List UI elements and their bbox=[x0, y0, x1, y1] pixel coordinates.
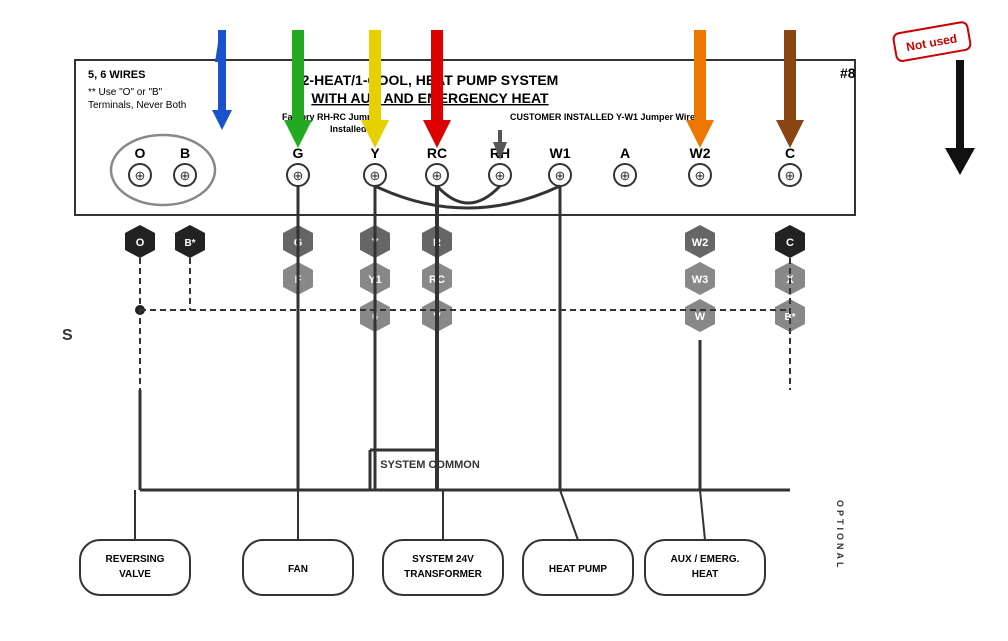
hex-bstar bbox=[175, 225, 205, 258]
hex-bstar-label: B* bbox=[184, 238, 195, 249]
hex-w2-label: W2 bbox=[692, 237, 709, 249]
wires-label: 5, 6 WIRES bbox=[88, 69, 145, 81]
terminal-w2-label: W2 bbox=[690, 145, 711, 161]
hex-f-label: F bbox=[295, 274, 302, 286]
terminal-w2-plus: ⊕ bbox=[695, 168, 706, 183]
green-arrowhead bbox=[284, 120, 312, 148]
customer-label: CUSTOMER INSTALLED Y-W1 Jumper Wire bbox=[510, 112, 695, 122]
terminal-b-plus: ⊕ bbox=[180, 168, 191, 183]
rc-rh-jumper bbox=[437, 186, 500, 203]
installed-label: Installed bbox=[330, 124, 367, 134]
hp-connector bbox=[560, 490, 578, 540]
hex-bstar2-label: B* bbox=[784, 312, 795, 323]
hex-g-label: G bbox=[294, 237, 303, 249]
gray-arrowhead bbox=[493, 142, 507, 160]
hex-w3 bbox=[685, 262, 715, 295]
transformer-box bbox=[383, 540, 503, 595]
terminal-y-label: Y bbox=[370, 145, 380, 161]
hex-c-label: C bbox=[786, 237, 794, 249]
hex-o bbox=[125, 225, 155, 258]
hex-w2 bbox=[685, 225, 715, 258]
terminal-a-plus: ⊕ bbox=[620, 168, 631, 183]
heat-pump-box bbox=[523, 540, 633, 595]
hex-g bbox=[283, 225, 313, 258]
hex-x bbox=[775, 262, 805, 295]
hex-rc-label: RC bbox=[429, 274, 445, 286]
optional-label: OPTIONAL bbox=[835, 500, 845, 571]
reversing-valve-label2: VALVE bbox=[119, 569, 151, 580]
factory-label: Factory RH-RC Jumper bbox=[282, 112, 382, 122]
brown-arrowhead bbox=[776, 120, 804, 148]
hex-w bbox=[685, 299, 715, 332]
hex-w3-label: W3 bbox=[692, 274, 709, 286]
fan-box bbox=[243, 540, 353, 595]
ob-circle bbox=[111, 135, 215, 205]
hex-6 bbox=[360, 299, 390, 332]
terminal-o-label: O bbox=[135, 145, 146, 161]
heat-pump-label: HEAT PUMP bbox=[549, 564, 607, 575]
terminal-rc-plus: ⊕ bbox=[432, 168, 443, 183]
terminal-y-plus: ⊕ bbox=[370, 168, 381, 183]
hex-w-label: W bbox=[695, 311, 706, 323]
aux-heat-box bbox=[645, 540, 765, 595]
title-line2: WITH AUX AND EMERGENCY HEAT bbox=[311, 90, 549, 106]
hex-y bbox=[360, 225, 390, 258]
blue-arrowhead bbox=[212, 110, 232, 130]
title-line1: 2-HEAT/1-COOL, HEAT PUMP SYSTEM bbox=[302, 72, 559, 88]
hex-y-label: Y bbox=[371, 237, 379, 249]
terminal-rc-label: RC bbox=[427, 145, 447, 161]
s-label: S bbox=[62, 327, 73, 344]
hex-v bbox=[422, 299, 452, 332]
terminal-o-plus: ⊕ bbox=[135, 168, 146, 183]
terminal-g-label: G bbox=[293, 145, 304, 161]
hex-v-label: V bbox=[433, 311, 441, 323]
hex-y1-label: Y1 bbox=[368, 274, 381, 286]
terminal-rh-plus: ⊕ bbox=[495, 168, 506, 183]
transformer-label2: TRANSFORMER bbox=[404, 569, 483, 580]
hex-y1 bbox=[360, 262, 390, 295]
terminal-rh-label: RH bbox=[490, 145, 510, 161]
use-o-label: ** Use "O" or "B" bbox=[88, 87, 163, 98]
hex-r bbox=[422, 225, 452, 258]
not-used-arrowhead bbox=[945, 148, 975, 175]
transformer-label1: SYSTEM 24V bbox=[412, 554, 474, 565]
blue-arrow-shaft bbox=[220, 62, 225, 117]
hex-bstar2 bbox=[775, 299, 805, 332]
hex-o-label: O bbox=[136, 237, 145, 249]
terminal-w1-plus: ⊕ bbox=[555, 168, 566, 183]
hex-f bbox=[283, 262, 313, 295]
y-w1-jumper bbox=[375, 186, 560, 208]
terminal-w1-label: W1 bbox=[550, 145, 571, 161]
reversing-valve-label: REVERSING bbox=[106, 554, 165, 565]
hex-rc bbox=[422, 262, 452, 295]
orange-arrowhead bbox=[686, 120, 714, 148]
hex-c bbox=[775, 225, 805, 258]
yellow-arrowhead bbox=[361, 120, 389, 148]
aux-heat-label1: AUX / EMERG. bbox=[671, 554, 740, 565]
aux-connector bbox=[700, 490, 705, 540]
hex-x-label: X bbox=[786, 274, 794, 286]
fan-label: FAN bbox=[288, 564, 308, 575]
terminal-c-label: C bbox=[785, 145, 795, 161]
terminal-a-label: A bbox=[620, 145, 630, 161]
terminals-never-label: Terminals, Never Both bbox=[88, 100, 186, 111]
hex-r-label: R bbox=[433, 237, 441, 249]
not-used-badge: Not used bbox=[893, 21, 972, 62]
terminal-g-plus: ⊕ bbox=[293, 168, 304, 183]
reversing-valve-box bbox=[80, 540, 190, 595]
system-common-label: SYSTEM COMMON bbox=[380, 459, 480, 471]
number-label: #8 bbox=[840, 65, 856, 81]
aux-heat-label2: HEAT bbox=[692, 569, 718, 580]
hex-6-label: 6 bbox=[372, 311, 378, 323]
svg-text:Not used: Not used bbox=[905, 31, 958, 54]
red-arrowhead bbox=[423, 120, 451, 148]
terminal-b-label: B bbox=[180, 145, 190, 161]
blue-arrow-head bbox=[215, 30, 225, 62]
terminal-c-plus: ⊕ bbox=[785, 168, 796, 183]
junction-dot bbox=[135, 305, 145, 315]
